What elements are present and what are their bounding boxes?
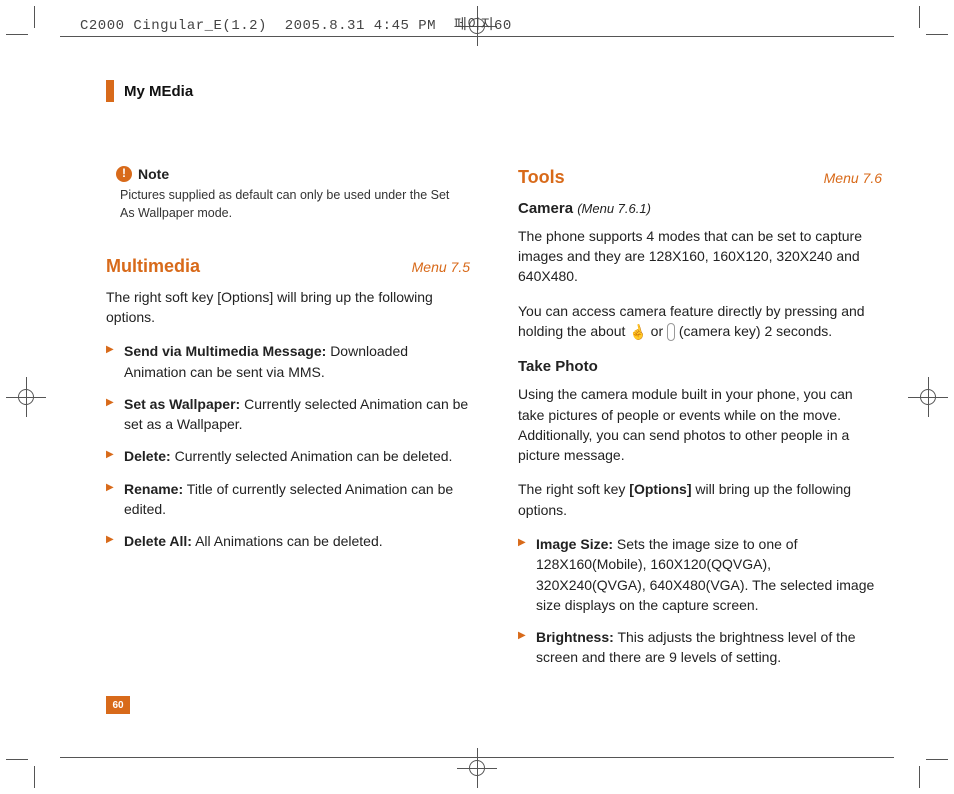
camera-menu-ref: (Menu 7.6.1) xyxy=(577,201,651,216)
slug-doc: C2000 Cingular_E(1.2) xyxy=(80,18,267,34)
tools-heading: Tools xyxy=(518,164,565,190)
tools-heading-row: Tools Menu 7.6 xyxy=(518,164,882,190)
note-icon: ! xyxy=(116,166,132,182)
registration-mark-left xyxy=(6,377,46,417)
multimedia-intro: The right soft key [Options] will bring … xyxy=(106,287,470,328)
note-label: Note xyxy=(138,164,169,184)
take-photo-options-list: Image Size: Sets the image size to one o… xyxy=(518,534,882,668)
list-item: Brightness: This adjusts the brightness … xyxy=(518,627,882,668)
camera-key-icon xyxy=(667,323,675,341)
camera-access-para: You can access camera feature directly b… xyxy=(518,301,882,343)
right-column: Tools Menu 7.6 Camera (Menu 7.6.1) The p… xyxy=(518,164,882,680)
option-label: Send via Multimedia Message: xyxy=(124,343,326,359)
option-label: Set as Wallpaper: xyxy=(124,396,240,412)
multimedia-heading-row: Multimedia Menu 7.5 xyxy=(106,253,470,279)
hand-key-icon: ☝ xyxy=(627,320,649,344)
camera-access-or: or xyxy=(651,323,667,339)
section-title: My MEdia xyxy=(124,83,193,100)
option-label: Delete: xyxy=(124,448,171,464)
page-number: 60 xyxy=(112,700,123,711)
trim-line-bottom xyxy=(60,757,894,758)
crop-mark-top-right xyxy=(908,6,948,46)
softkey-options: [Options] xyxy=(629,481,691,497)
camera-subhead: Camera (Menu 7.6.1) xyxy=(518,198,882,220)
camera-modes-para: The phone supports 4 modes that can be s… xyxy=(518,226,882,287)
crop-mark-top-left xyxy=(6,6,46,46)
softkey-text-1: The right soft key xyxy=(518,481,629,497)
list-item: Delete: Currently selected Animation can… xyxy=(106,446,470,466)
trim-line-top xyxy=(60,36,894,37)
take-photo-softkey-para: The right soft key [Options] will bring … xyxy=(518,479,882,520)
multimedia-menu-ref: Menu 7.5 xyxy=(412,257,470,277)
printer-slug: C2000 Cingular_E(1.2) 2005.8.31 4:45 PM … xyxy=(80,14,512,34)
option-label: Delete All: xyxy=(124,533,192,549)
content-area: My MEdia ! Note Pictures supplied as def… xyxy=(106,80,882,714)
left-column: ! Note Pictures supplied as default can … xyxy=(106,164,470,680)
registration-mark-bottom xyxy=(457,748,497,788)
option-desc: Currently selected Animation can be dele… xyxy=(175,448,453,464)
crop-mark-bottom-right xyxy=(908,748,948,788)
list-item: Send via Multimedia Message: Downloaded … xyxy=(106,341,470,382)
multimedia-heading: Multimedia xyxy=(106,253,200,279)
note-body: Pictures supplied as default can only be… xyxy=(120,186,470,222)
list-item: Set as Wallpaper: Currently selected Ani… xyxy=(106,394,470,435)
take-photo-subhead: Take Photo xyxy=(518,356,882,378)
manual-page: C2000 Cingular_E(1.2) 2005.8.31 4:45 PM … xyxy=(0,0,954,794)
slug-date: 2005.8.31 4:45 PM xyxy=(285,18,436,34)
take-photo-para: Using the camera module built in your ph… xyxy=(518,384,882,465)
option-label: Image Size: xyxy=(536,536,613,552)
tools-menu-ref: Menu 7.6 xyxy=(824,168,882,188)
option-label: Brightness: xyxy=(536,629,614,645)
list-item: Rename: Title of currently selected Anim… xyxy=(106,479,470,520)
section-accent-bar xyxy=(106,80,114,102)
registration-mark-right xyxy=(908,377,948,417)
list-item: Image Size: Sets the image size to one o… xyxy=(518,534,882,615)
multimedia-options-list: Send via Multimedia Message: Downloaded … xyxy=(106,341,470,551)
camera-title: Camera xyxy=(518,200,573,217)
crop-mark-bottom-left xyxy=(6,748,46,788)
section-header: My MEdia xyxy=(106,80,882,102)
page-number-badge: 60 xyxy=(106,696,130,714)
option-desc: All Animations can be deleted. xyxy=(195,533,383,549)
two-column-layout: ! Note Pictures supplied as default can … xyxy=(106,164,882,680)
slug-page: 페이지60 xyxy=(454,18,512,34)
camera-access-text-2: (camera key) 2 seconds. xyxy=(679,323,832,339)
note-header: ! Note xyxy=(116,164,470,184)
option-label: Rename: xyxy=(124,481,183,497)
list-item: Delete All: All Animations can be delete… xyxy=(106,531,470,551)
